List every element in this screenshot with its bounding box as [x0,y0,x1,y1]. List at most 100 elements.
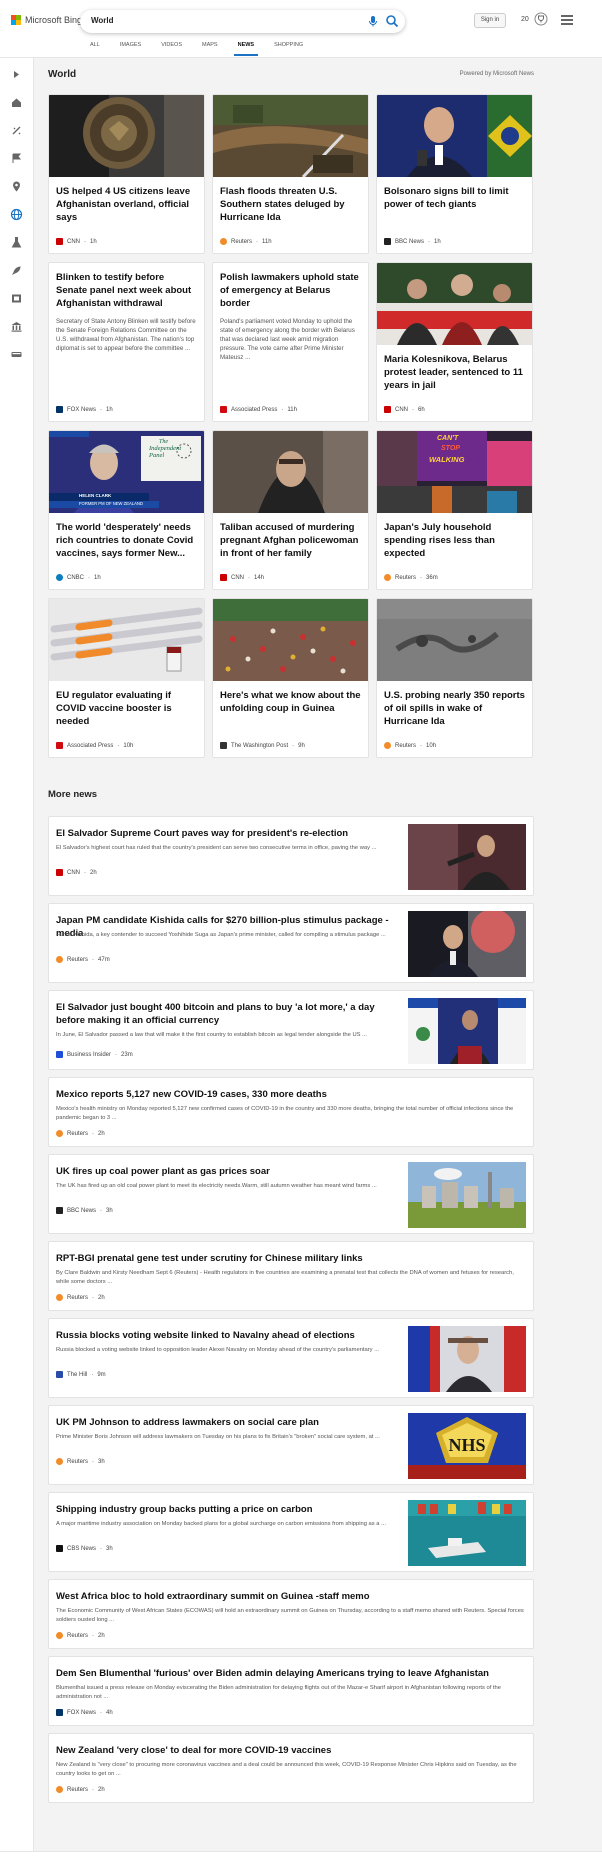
tab-images[interactable]: IMAGES [110,40,151,56]
item-source: Reuters · 2h [56,1786,105,1793]
item-title[interactable]: UK fires up coal power plant as gas pric… [56,1165,396,1178]
card-title[interactable]: Japan's July household spending rises le… [377,513,532,560]
news-card[interactable]: The Independent Panel HELEN CLARK FORMER… [48,430,205,590]
news-list-item[interactable]: RPT-BGI prenatal gene test under scrutin… [48,1241,534,1311]
card-title[interactable]: Taliban accused of murdering pregnant Af… [213,513,368,560]
item-snippet: In June, El Salvador passed a law that w… [56,1032,367,1038]
location-pin-icon[interactable] [10,180,23,193]
top-header: Microsoft Bing World Sign in 20 ALL IMAG… [0,0,602,58]
reuters-logo-icon [56,1458,63,1465]
svg-text:NHS: NHS [448,1435,485,1455]
news-card[interactable]: U.S. probing nearly 350 reports of oil s… [376,598,533,758]
item-title[interactable]: West Africa bloc to hold extraordinary s… [56,1590,526,1603]
reuters-logo-icon [384,742,391,749]
film-icon[interactable] [10,292,23,305]
powered-by[interactable]: Powered by Microsoft News [460,71,534,77]
card-title[interactable]: EU regulator evaluating if COVID vaccine… [49,681,204,728]
cnbc-logo-icon [56,574,63,581]
item-thumbnail [408,998,526,1064]
item-thumbnail [408,824,526,890]
news-card[interactable]: Blinken to testify before Senate panel n… [48,262,205,422]
news-list-item[interactable]: Mexico reports 5,127 new COVID-19 cases,… [48,1077,534,1147]
card-title[interactable]: Maria Kolesnikova, Belarus protest leade… [377,345,532,392]
item-snippet: Blumenthal issued a press release on Mon… [56,1685,501,1700]
car-icon[interactable] [10,348,23,361]
search-icon[interactable] [385,14,399,28]
item-title[interactable]: Shipping industry group backs putting a … [56,1503,396,1516]
category-rail [0,58,34,1861]
card-title[interactable]: Flash floods threaten U.S. Southern stat… [213,177,368,224]
tab-maps[interactable]: MAPS [192,40,228,56]
flask-icon[interactable] [10,236,23,249]
item-source: The Hill · 9m [56,1371,106,1378]
news-list-item[interactable]: UK fires up coal power plant as gas pric… [48,1154,534,1234]
news-list-item[interactable]: El Salvador Supreme Court paves way for … [48,816,534,896]
card-title[interactable]: US helped 4 US citizens leave Afghanista… [49,177,204,224]
cnn-logo-icon [56,869,63,876]
news-card[interactable]: CAN'T STOP WALKING Japan's July househol… [376,430,533,590]
neon-sign-text: WALKING [429,455,465,464]
card-title[interactable]: U.S. probing nearly 350 reports of oil s… [377,681,532,728]
microphone-icon[interactable] [366,14,380,28]
news-list-item[interactable]: Russia blocks voting website linked to N… [48,1318,534,1398]
news-list-item[interactable]: Shipping industry group backs putting a … [48,1492,534,1572]
news-card[interactable]: US helped 4 US citizens leave Afghanista… [48,94,205,254]
section-title: World [48,69,77,80]
news-card[interactable]: Here's what we know about the unfolding … [212,598,369,758]
flag-icon[interactable] [10,152,23,165]
card-image [377,263,532,345]
item-source: CBS News · 3h [56,1545,113,1552]
business-insider-logo-icon [56,1051,63,1058]
news-card[interactable]: Polish lawmakers uphold state of emergen… [212,262,369,422]
tab-news[interactable]: NEWS [228,40,265,56]
news-list-item[interactable]: El Salvador just bought 400 bitcoin and … [48,990,534,1070]
news-list-item[interactable]: New Zealand 'very close' to deal for mor… [48,1733,534,1803]
item-title[interactable]: Mexico reports 5,127 new COVID-19 cases,… [56,1088,526,1101]
item-title[interactable]: El Salvador Supreme Court paves way for … [56,827,396,840]
card-source: CNN · 6h [384,406,425,413]
item-title[interactable]: Dem Sen Blumenthal 'furious' over Biden … [56,1667,526,1680]
rocket-icon[interactable] [10,264,23,277]
ap-logo-icon [220,406,227,413]
item-title[interactable]: El Salvador just bought 400 bitcoin and … [56,1001,396,1027]
card-title[interactable]: The world 'desperately' needs rich count… [49,513,204,560]
item-title[interactable]: New Zealand 'very close' to deal for mor… [56,1744,526,1757]
tab-videos[interactable]: VIDEOS [151,40,192,56]
expand-icon[interactable] [10,68,23,81]
news-list-item[interactable]: Dem Sen Blumenthal 'furious' over Biden … [48,1656,534,1726]
news-card[interactable]: Bolsonaro signs bill to limit power of t… [376,94,533,254]
card-image: CAN'T STOP WALKING [377,431,532,513]
item-title[interactable]: Russia blocks voting website linked to N… [56,1329,396,1342]
card-source: Reuters · 10h [384,742,436,749]
news-card[interactable]: Maria Kolesnikova, Belarus protest leade… [376,262,533,422]
rewards-trophy-icon[interactable] [534,12,548,26]
item-title[interactable]: UK PM Johnson to address lawmakers on so… [56,1416,396,1429]
sparkle-icon[interactable] [10,124,23,137]
panel-text: Panel [149,452,165,459]
search-input[interactable]: World [91,16,114,25]
card-title[interactable]: Polish lawmakers uphold state of emergen… [213,263,368,310]
item-thumbnail [408,1326,526,1392]
tab-all[interactable]: ALL [80,40,110,56]
rewards-points[interactable]: 20 [521,16,529,23]
card-source: Reuters · 36m [384,574,438,581]
home-icon[interactable] [10,96,23,109]
card-title[interactable]: Here's what we know about the unfolding … [213,681,368,715]
bank-icon[interactable] [10,320,23,333]
news-card[interactable]: Taliban accused of murdering pregnant Af… [212,430,369,590]
hamburger-menu-icon[interactable] [561,15,573,25]
card-source: The Washington Post · 9h [220,742,305,749]
news-list-item[interactable]: Japan PM candidate Kishida calls for $27… [48,903,534,983]
news-list-item[interactable]: West Africa bloc to hold extraordinary s… [48,1579,534,1649]
bing-logo[interactable]: Microsoft Bing [11,15,82,25]
news-card[interactable]: EU regulator evaluating if COVID vaccine… [48,598,205,758]
tab-shopping[interactable]: SHOPPING [264,40,313,56]
sign-in-button[interactable]: Sign in [474,13,506,28]
news-card[interactable]: Flash floods threaten U.S. Southern stat… [212,94,369,254]
search-box[interactable]: World [80,10,405,33]
news-list-item[interactable]: UK PM Johnson to address lawmakers on so… [48,1405,534,1485]
item-title[interactable]: RPT-BGI prenatal gene test under scrutin… [56,1252,526,1265]
globe-icon[interactable] [10,208,23,221]
card-title[interactable]: Blinken to testify before Senate panel n… [49,263,204,310]
card-title[interactable]: Bolsonaro signs bill to limit power of t… [377,177,532,211]
